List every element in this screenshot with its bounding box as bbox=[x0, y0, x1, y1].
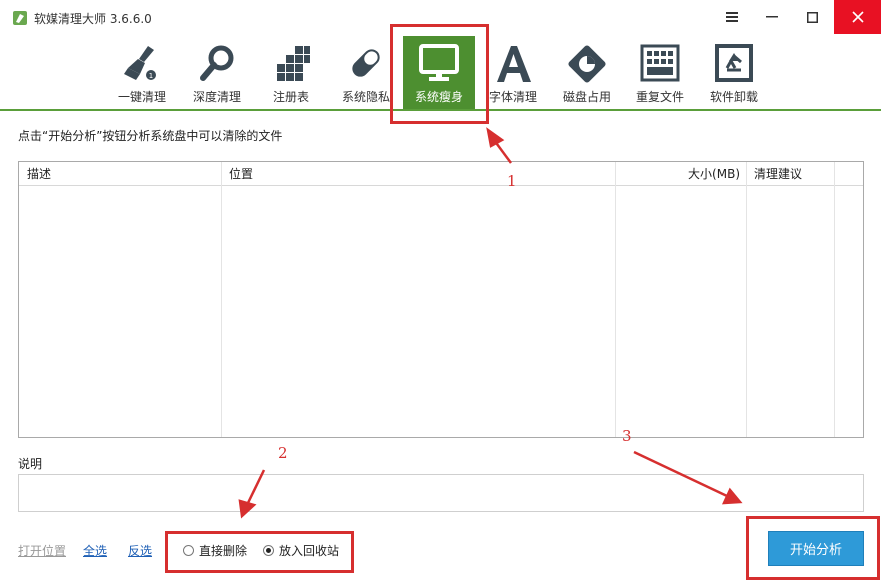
magnifier-icon bbox=[200, 45, 234, 81]
hint-text: 点击“开始分析”按钮分析系统盘中可以清除的文件 bbox=[18, 129, 283, 143]
hamburger-icon bbox=[726, 12, 738, 22]
duplicate-grid-icon bbox=[640, 44, 680, 82]
annotation-number: 1 bbox=[507, 172, 517, 190]
column-header-location[interactable]: 位置 bbox=[221, 162, 615, 186]
table-header: 描述 位置 大小(MB) 清理建议 bbox=[19, 162, 863, 186]
results-table[interactable]: 描述 位置 大小(MB) 清理建议 bbox=[18, 161, 864, 438]
recycle-icon bbox=[715, 44, 753, 82]
close-icon bbox=[851, 11, 864, 23]
minimize-button[interactable] bbox=[752, 0, 792, 34]
font-a-icon bbox=[497, 46, 531, 82]
description-label: 说明 bbox=[18, 457, 43, 471]
column-header-description[interactable]: 描述 bbox=[19, 162, 221, 186]
maximize-button[interactable] bbox=[792, 0, 832, 34]
annotation-box-toolbar bbox=[390, 24, 489, 124]
open-location-link[interactable]: 打开位置 bbox=[18, 542, 66, 559]
window-title: 软媒清理大师 3.6.6.0 bbox=[34, 12, 152, 26]
description-box bbox=[18, 474, 864, 512]
broom-icon: 1 bbox=[124, 46, 156, 80]
column-divider bbox=[221, 162, 222, 437]
close-button[interactable] bbox=[834, 0, 881, 34]
tool-duplicate-files[interactable]: 重复文件 bbox=[624, 36, 696, 109]
column-divider bbox=[615, 162, 616, 437]
tool-label: 磁盘占用 bbox=[562, 90, 611, 104]
tool-label: 注册表 bbox=[272, 90, 309, 104]
app-logo-icon bbox=[13, 11, 27, 25]
blocks-icon bbox=[277, 46, 310, 81]
tool-registry[interactable]: 注册表 bbox=[255, 36, 327, 109]
svg-text:1: 1 bbox=[149, 72, 153, 80]
capsule-icon bbox=[352, 49, 380, 77]
column-divider bbox=[834, 162, 835, 437]
minimize-icon bbox=[766, 16, 778, 18]
annotation-box-start bbox=[746, 516, 880, 580]
tool-label: 重复文件 bbox=[635, 90, 684, 104]
tool-disk-usage[interactable]: 磁盘占用 bbox=[551, 36, 623, 109]
tool-label: 一键清理 bbox=[117, 90, 166, 104]
tool-software-uninstall[interactable]: 软件卸载 bbox=[698, 36, 770, 109]
column-header-suggestion[interactable]: 清理建议 bbox=[746, 162, 834, 186]
annotation-number: 3 bbox=[622, 427, 632, 445]
annotation-number: 2 bbox=[278, 444, 288, 462]
tool-one-click-clean[interactable]: 1 一键清理 bbox=[106, 36, 178, 109]
tool-label: 软件卸载 bbox=[709, 90, 758, 104]
maximize-icon bbox=[806, 11, 818, 23]
invert-selection-link[interactable]: 反选 bbox=[128, 542, 152, 559]
arrow-line bbox=[492, 139, 513, 164]
select-all-link[interactable]: 全选 bbox=[83, 542, 107, 559]
arrow-head bbox=[486, 127, 505, 148]
annotation-box-options bbox=[165, 531, 354, 573]
menu-button[interactable] bbox=[712, 0, 752, 34]
column-header-size[interactable]: 大小(MB) bbox=[615, 162, 746, 186]
tool-label: 深度清理 bbox=[192, 90, 241, 104]
tool-deep-clean[interactable]: 深度清理 bbox=[181, 36, 253, 109]
column-divider bbox=[746, 162, 747, 437]
disk-pie-icon bbox=[568, 45, 606, 83]
